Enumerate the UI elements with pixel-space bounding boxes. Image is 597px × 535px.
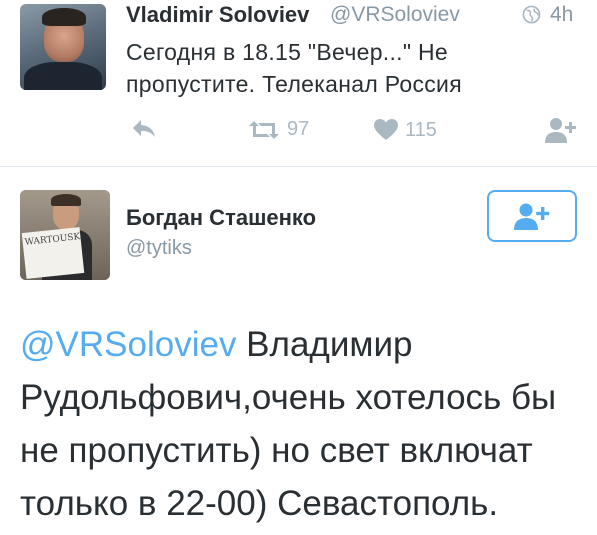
reply-icon: [133, 120, 155, 137]
heart-icon: [374, 119, 398, 140]
tweet-time[interactable]: 4h: [550, 3, 573, 27]
globe-icon: [522, 5, 541, 24]
follow-icon: [514, 203, 550, 230]
avatar-hair: [42, 8, 86, 26]
retweet-button[interactable]: 97: [247, 118, 309, 141]
avatar-jacket: [24, 62, 102, 90]
author-name[interactable]: Vladimir Soloviev: [126, 2, 309, 28]
avatar-hair: [51, 194, 81, 206]
avatar[interactable]: WARTOUSK: [20, 190, 110, 280]
follow-icon: [545, 118, 576, 143]
like-button[interactable]: 115: [373, 118, 437, 142]
author-name[interactable]: Богдан Сташенко: [126, 205, 316, 231]
avatar[interactable]: [20, 4, 106, 90]
author-handle[interactable]: @VRSoloviev: [330, 3, 460, 27]
follow-button[interactable]: [487, 190, 577, 242]
reply-button[interactable]: [131, 118, 157, 140]
divider: [0, 166, 597, 167]
retweet-icon: [249, 120, 279, 139]
avatar-sign: WARTOUSK: [21, 227, 85, 279]
tweet-card: Vladimir Soloviev @VRSoloviev 4h Сегодня…: [0, 0, 597, 166]
like-count: 115: [405, 118, 437, 141]
tweet-text: @VRSoloviev Владимир Рудольфович,очень х…: [20, 318, 590, 530]
retweet-count: 97: [287, 118, 310, 140]
tweet-text: Сегодня в 18.15 "Вечер..." Не пропустите…: [126, 39, 462, 97]
follow-button-small[interactable]: [544, 116, 578, 144]
mention-link[interactable]: @VRSoloviev: [20, 325, 236, 364]
author-handle[interactable]: @tytiks: [126, 237, 192, 260]
